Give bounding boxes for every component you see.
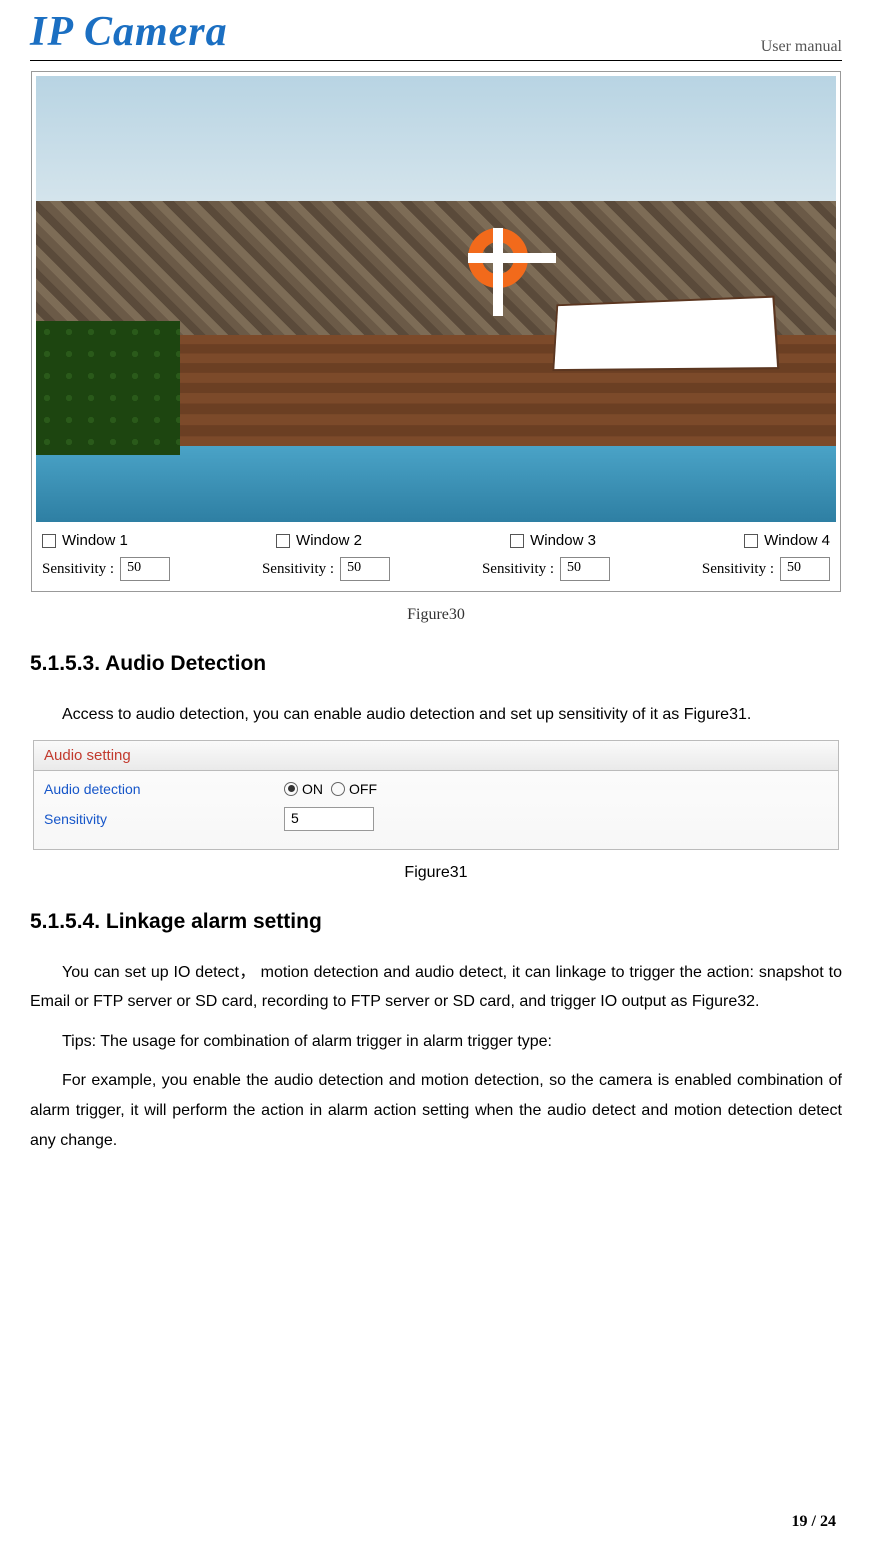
camera-preview-image: [36, 76, 836, 522]
sensitivity-2-input[interactable]: 50: [340, 557, 390, 581]
sensitivity-4: Sensitivity : 50: [702, 557, 830, 581]
linkage-para-1-text: You can set up IO detect， motion detecti…: [30, 964, 842, 1011]
sensitivity-label: Sensitivity :: [42, 561, 114, 578]
section-5-1-5-4-heading: 5.1.5.4. Linkage alarm setting: [30, 910, 842, 934]
figure30-container: Window 1 Window 2 Window 3 Window 4 Sens…: [31, 71, 841, 592]
window-4-checkbox[interactable]: Window 4: [744, 532, 830, 549]
sensitivity-label: Sensitivity :: [482, 561, 554, 578]
audio-sensitivity-label: Sensitivity: [44, 811, 284, 827]
checkbox-icon: [744, 534, 758, 548]
checkbox-icon: [42, 534, 56, 548]
sensitivity-label: Sensitivity :: [702, 561, 774, 578]
off-label: OFF: [349, 781, 377, 797]
sensitivity-3-input[interactable]: 50: [560, 557, 610, 581]
manual-label: User manual: [761, 38, 842, 56]
sensitivity-1: Sensitivity : 50: [42, 557, 170, 581]
sensitivity-row: Sensitivity : 50 Sensitivity : 50 Sensitiv…: [36, 551, 836, 587]
audio-sensitivity-row: Sensitivity 5: [34, 797, 838, 831]
window-label: Window 4: [764, 532, 830, 549]
page-header: IP Camera User manual: [30, 0, 842, 61]
window-checkbox-row: Window 1 Window 2 Window 3 Window 4: [36, 522, 836, 551]
linkage-para-3: For example, you enable the audio detect…: [30, 1066, 842, 1155]
linkage-para-2: Tips: The usage for combination of alarm…: [30, 1027, 842, 1057]
logo: IP Camera: [30, 8, 228, 56]
sensitivity-4-input[interactable]: 50: [780, 557, 830, 581]
audio-sensitivity-input[interactable]: 5: [284, 807, 374, 831]
sensitivity-2: Sensitivity : 50: [262, 557, 390, 581]
audio-detection-paragraph: Access to audio detection, you can enabl…: [30, 700, 842, 730]
checkbox-icon: [510, 534, 524, 548]
linkage-para-1: You can set up IO detect， motion detecti…: [30, 958, 842, 1017]
figure31-caption: Figure31: [30, 864, 842, 882]
audio-detection-label: Audio detection: [44, 781, 284, 797]
sensitivity-3: Sensitivity : 50: [482, 557, 610, 581]
window-label: Window 2: [296, 532, 362, 549]
window-label: Window 3: [530, 532, 596, 549]
section-5-1-5-3-heading: 5.1.5.3. Audio Detection: [30, 652, 842, 676]
linkage-para-3-text: For example, you enable the audio detect…: [30, 1072, 842, 1148]
window-3-checkbox[interactable]: Window 3: [510, 532, 596, 549]
window-1-checkbox[interactable]: Window 1: [42, 532, 128, 549]
on-label: ON: [302, 781, 323, 797]
page-number: 19 / 24: [792, 1513, 836, 1531]
sensitivity-1-input[interactable]: 50: [120, 557, 170, 581]
audio-setting-title: Audio setting: [34, 741, 838, 771]
radio-on[interactable]: [284, 782, 298, 796]
window-2-checkbox[interactable]: Window 2: [276, 532, 362, 549]
radio-off[interactable]: [331, 782, 345, 796]
audio-setting-panel: Audio setting Audio detection ON OFF Sen…: [33, 740, 839, 850]
checkbox-icon: [276, 534, 290, 548]
sensitivity-label: Sensitivity :: [262, 561, 334, 578]
figure30-caption: Figure30: [30, 606, 842, 624]
window-label: Window 1: [62, 532, 128, 549]
audio-detection-row: Audio detection ON OFF: [34, 771, 838, 797]
